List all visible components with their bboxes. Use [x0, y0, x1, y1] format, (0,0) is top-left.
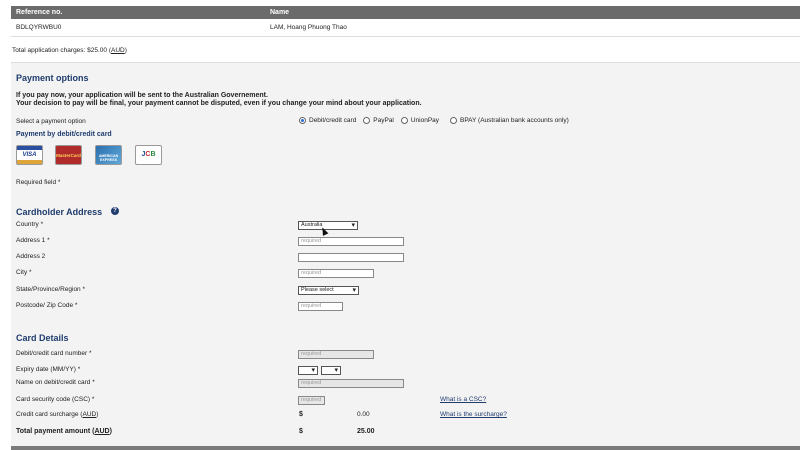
reference-table-header: Reference no. Name: [11, 6, 800, 19]
total-payment-label: Total payment amount (AUD): [16, 428, 112, 435]
country-label: Country *: [16, 221, 44, 228]
payment-panel: Payment options If you pay now, your app…: [11, 62, 800, 450]
reference-value: BDLQYRWBU0: [16, 24, 62, 31]
name-on-card-input[interactable]: required: [298, 379, 404, 388]
surcharge-value: 0.00: [357, 411, 370, 418]
total-application-charges: Total application charges: $25.00 (AUD): [12, 47, 127, 54]
card-number-input[interactable]: required: [298, 350, 374, 359]
mastercard-icon: MasterCard: [55, 145, 82, 165]
payment-warning-line-1: If you pay now, your application will be…: [16, 92, 268, 99]
state-select[interactable]: Please select: [298, 286, 359, 295]
question-circle-icon[interactable]: ?: [111, 207, 119, 215]
country-select[interactable]: Australia: [298, 221, 358, 230]
visa-card-icon: VISA: [16, 145, 43, 165]
name-on-card-label: Name on debit/credit card *: [16, 379, 95, 386]
column-header-reference: Reference no.: [16, 9, 63, 16]
expiry-month-select[interactable]: [298, 366, 318, 375]
address2-input[interactable]: [298, 253, 404, 262]
card-details-title: Card Details: [16, 333, 69, 343]
address1-input[interactable]: required: [298, 237, 404, 246]
payment-by-card-title: Payment by debit/credit card: [16, 131, 112, 138]
expiry-date-label: Expiry date (MM/YY) *: [16, 366, 81, 373]
amex-card-icon: AMERICAN EXPRESS: [95, 145, 122, 165]
postcode-label: Postcode/ Zip Code *: [16, 302, 78, 309]
radio-dot[interactable]: [400, 117, 408, 124]
city-label: City *: [16, 269, 32, 276]
radio-debit-credit-card[interactable]: Debit/credit card: [299, 117, 356, 124]
csc-label: Card security code (CSC) *: [16, 396, 95, 403]
payment-options-title: Payment options: [16, 73, 89, 83]
cardholder-address-title: Cardholder Address: [16, 207, 103, 217]
total-currency-symbol: $: [299, 428, 303, 435]
card-number-label: Debit/credit card number *: [16, 350, 92, 357]
reference-table: Reference no. Name BDLQYRWBU0 LAM, Hoang…: [11, 6, 800, 37]
expiry-year-select[interactable]: [321, 366, 341, 375]
payment-option-radios: Debit/credit card PayPal UnionPay BPAY (…: [299, 117, 574, 126]
radio-bpay[interactable]: BPAY (Australian bank accounts only): [449, 117, 569, 124]
jcb-card-icon: JCB: [135, 145, 162, 165]
required-field-note: Required field *: [16, 179, 61, 186]
what-is-csc-link[interactable]: What is a CSC?: [440, 396, 486, 403]
city-input[interactable]: required: [298, 269, 374, 278]
select-payment-option-label: Select a payment option: [16, 118, 86, 125]
table-row: BDLQYRWBU0 LAM, Hoang Phuong Thao: [11, 19, 800, 37]
bottom-divider: [11, 446, 800, 450]
radio-unionpay[interactable]: UnionPay: [400, 117, 439, 124]
currency-abbr: AUD: [82, 411, 97, 418]
currency-abbr: AUD: [111, 47, 125, 54]
state-label: State/Province/Region *: [16, 286, 86, 293]
column-header-name: Name: [270, 9, 290, 16]
payment-warning-line-2: Your decision to pay will be final, your…: [16, 100, 422, 107]
postcode-input[interactable]: required: [298, 302, 343, 311]
name-value: LAM, Hoang Phuong Thao: [270, 24, 347, 31]
radio-dot[interactable]: [449, 117, 457, 124]
radio-paypal[interactable]: PayPal: [363, 117, 394, 124]
csc-input[interactable]: required: [298, 396, 325, 405]
what-is-surcharge-link[interactable]: What is the surcharge?: [440, 411, 507, 418]
total-payment-value: 25.00: [357, 428, 375, 435]
radio-dot[interactable]: [363, 117, 371, 124]
surcharge-currency-symbol: $: [299, 411, 303, 418]
surcharge-label: Credit card surcharge (AUD): [16, 411, 99, 418]
radio-dot[interactable]: [299, 117, 306, 124]
address1-label: Address 1 *: [16, 237, 50, 244]
address2-label: Address 2: [16, 253, 46, 260]
currency-abbr: AUD: [94, 428, 110, 435]
